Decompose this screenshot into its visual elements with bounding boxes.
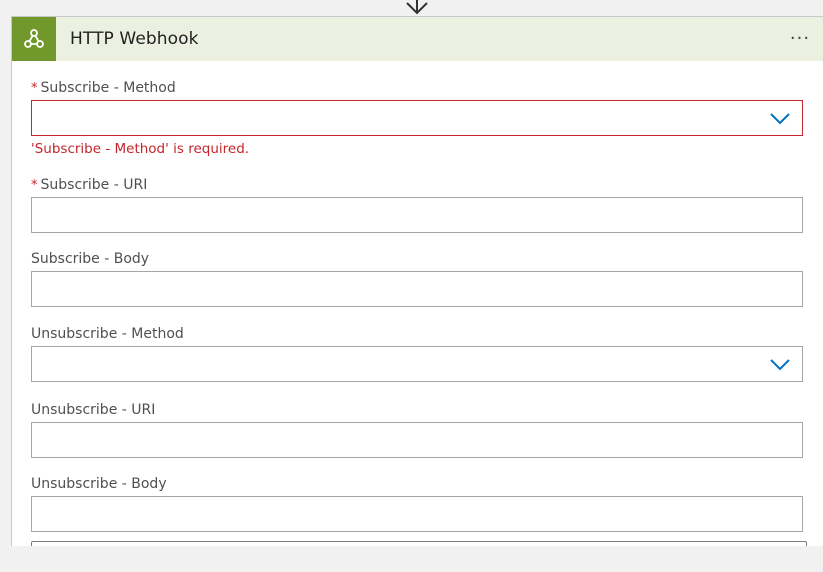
subscribe-uri-field[interactable]: [31, 197, 803, 233]
required-indicator: *: [31, 81, 38, 96]
subscribe-method-label-text: Subscribe - Method: [40, 80, 176, 96]
subscribe-uri-input[interactable]: [32, 198, 802, 232]
subscribe-body-input[interactable]: [32, 272, 802, 306]
more-options-button[interactable]: ···: [787, 25, 813, 51]
webhook-icon: [12, 17, 56, 61]
subscribe-body-field[interactable]: [31, 271, 803, 307]
unsubscribe-method-input[interactable]: [32, 347, 802, 381]
unsubscribe-method-label: Unsubscribe - Method: [31, 326, 184, 342]
unsubscribe-body-input[interactable]: [32, 497, 802, 531]
card-title: HTTP Webhook: [70, 29, 199, 49]
unsubscribe-body-field[interactable]: [31, 496, 803, 532]
required-indicator: *: [31, 178, 38, 193]
next-field-partial[interactable]: [31, 541, 807, 546]
unsubscribe-method-dropdown[interactable]: [31, 346, 803, 382]
subscribe-uri-label-text: Subscribe - URI: [40, 177, 148, 193]
subscribe-body-label: Subscribe - Body: [31, 251, 150, 267]
unsubscribe-uri-field[interactable]: [31, 422, 803, 458]
subscribe-method-input[interactable]: [32, 101, 802, 135]
subscribe-uri-label: * Subscribe - URI: [31, 177, 147, 193]
subscribe-method-error: 'Subscribe - Method' is required.: [31, 141, 250, 157]
subscribe-method-label: * Subscribe - Method: [31, 80, 176, 96]
unsubscribe-uri-input[interactable]: [32, 423, 802, 457]
unsubscribe-body-label: Unsubscribe - Body: [31, 476, 167, 492]
card-header[interactable]: HTTP Webhook ···: [12, 17, 823, 61]
chevron-down-icon[interactable]: [768, 109, 792, 127]
subscribe-method-dropdown[interactable]: [31, 100, 803, 136]
chevron-down-icon[interactable]: [768, 355, 792, 373]
http-webhook-card: HTTP Webhook ··· * Subscribe - Method 'Su…: [11, 16, 823, 546]
unsubscribe-uri-label: Unsubscribe - URI: [31, 402, 156, 418]
